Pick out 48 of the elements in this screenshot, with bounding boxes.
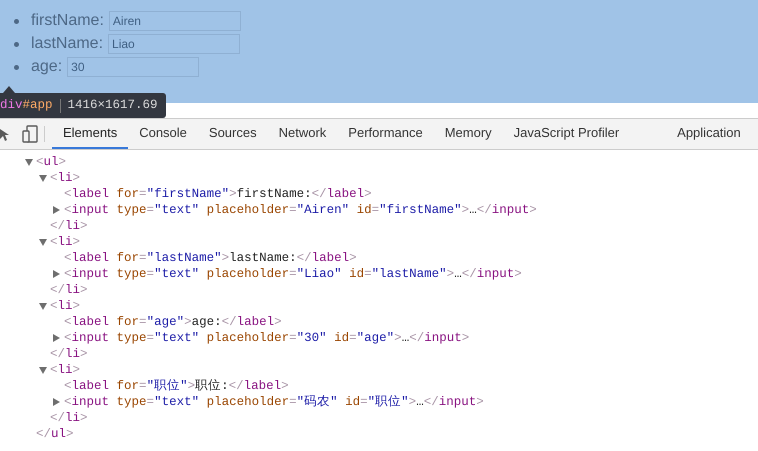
bullet-icon <box>14 18 19 24</box>
code-line: </li> <box>50 410 88 426</box>
code-line: <input type="text" placeholder="Liao" id="lastName">…</input> <box>64 266 522 282</box>
code-line: </li> <box>50 346 88 362</box>
code-line: <li> <box>50 298 80 314</box>
device-icon[interactable] <box>22 125 38 143</box>
element-size: 1416×1617.69 <box>68 97 158 114</box>
bullet-icon <box>14 42 19 46</box>
code-line: <label for="age">age:</label> <box>64 314 282 330</box>
code-line: <label for="firstName">firstName:</label> <box>64 186 372 202</box>
expand-triangle-icon[interactable] <box>39 238 47 246</box>
code-line: </li> <box>50 282 88 298</box>
devtools-tab[interactable]: Memory <box>434 119 503 149</box>
devtools-tab[interactable]: Network <box>268 119 338 149</box>
expand-triangle-icon[interactable] <box>39 302 47 310</box>
code-line: <ul> <box>36 154 66 170</box>
collapsed-triangle-icon[interactable] <box>53 398 60 406</box>
collapsed-triangle-icon[interactable] <box>53 270 60 278</box>
expand-triangle-icon[interactable] <box>25 158 33 166</box>
code-line: <li> <box>50 234 80 250</box>
inspect-icon[interactable] <box>0 126 11 142</box>
bullet-icon <box>14 64 19 70</box>
code-line: <input type="text" placeholder="Airen" id="firstName">…</input> <box>64 202 537 218</box>
expand-triangle-icon[interactable] <box>39 174 47 182</box>
field-label: lastName: <box>31 34 104 54</box>
devtools-tab[interactable]: Performance <box>337 119 434 149</box>
code-line: <li> <box>50 362 80 378</box>
devtools-tab[interactable]: Application <box>666 119 752 149</box>
expand-triangle-icon[interactable] <box>39 366 47 374</box>
code-line: <label for="lastName">lastName:</label> <box>64 250 357 266</box>
input-field[interactable]: Airen <box>108 11 241 31</box>
collapsed-triangle-icon[interactable] <box>53 206 60 214</box>
devtools-tab[interactable]: JavaScript Profiler <box>502 119 630 149</box>
code-line: </ul> <box>36 426 74 442</box>
devtools-tab[interactable]: Elements <box>52 119 128 149</box>
element-selector: div#app <box>0 97 53 114</box>
input-field[interactable]: 30 <box>67 57 200 77</box>
input-field[interactable]: Liao <box>108 34 240 54</box>
devtools-tab[interactable]: Sources <box>198 119 268 149</box>
code-line: <li> <box>50 170 80 186</box>
code-line: <input type="text" placeholder="码农" id="职位">…</input> <box>64 394 484 410</box>
collapsed-triangle-icon[interactable] <box>53 334 60 342</box>
field-label: firstName: <box>31 11 104 31</box>
code-line: <input type="text" placeholder="30" id="age">…</input> <box>64 330 470 346</box>
devtools-tab[interactable]: Console <box>128 119 198 149</box>
code-line: <label for="职位">职位:</label> <box>64 378 289 394</box>
code-line: </li> <box>50 218 88 234</box>
field-label: age: <box>31 57 62 77</box>
